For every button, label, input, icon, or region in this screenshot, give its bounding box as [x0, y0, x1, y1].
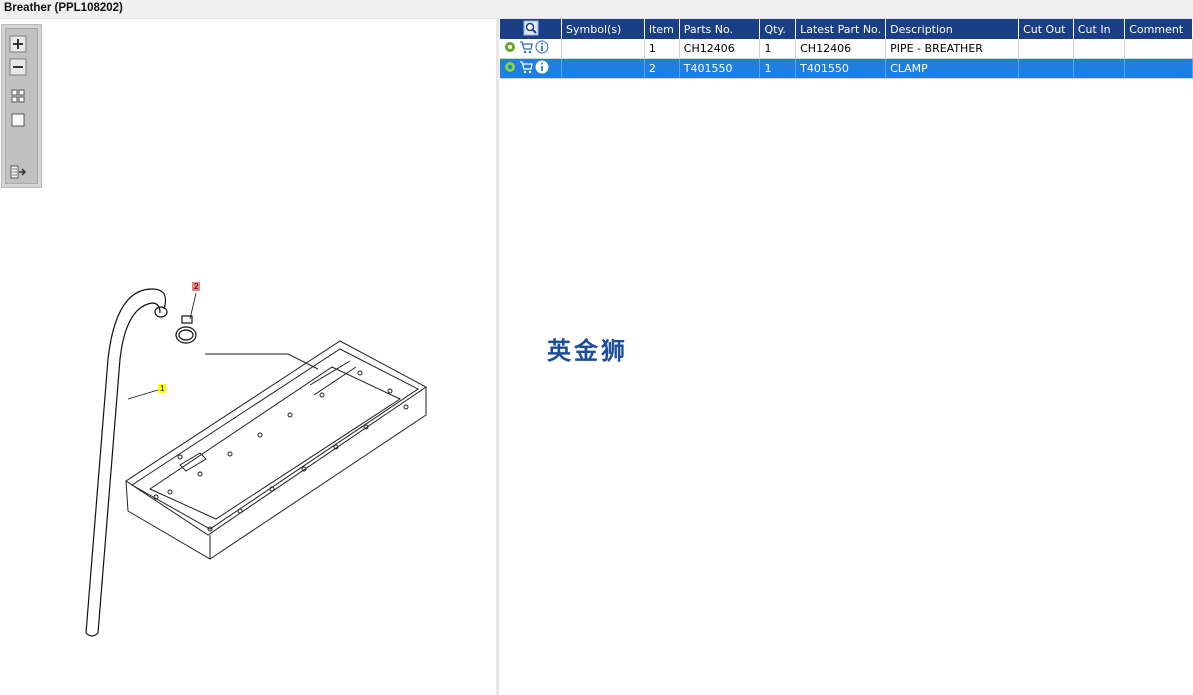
cell-comment: [1124, 39, 1193, 59]
cart-icon[interactable]: [519, 40, 533, 57]
gear-icon[interactable]: [503, 60, 517, 77]
info-icon[interactable]: [535, 40, 549, 57]
column-header-comment[interactable]: Comment: [1124, 19, 1193, 39]
svg-text:1: 1: [160, 384, 165, 393]
cell-qty: 1: [759, 39, 797, 59]
info-icon[interactable]: [535, 60, 549, 77]
clamp-drawing: [175, 315, 197, 344]
title-bar: Breather (PPL108202): [0, 0, 1193, 19]
fit-grid-icon[interactable]: [9, 87, 27, 105]
export-icon[interactable]: [9, 163, 27, 181]
cell-latest-part-no: T401550: [795, 58, 887, 79]
zoom-toolbar: [1, 24, 42, 188]
cell-latest-part-no: CH12406: [795, 39, 887, 59]
window-title: Breather (PPL108202): [4, 2, 123, 14]
svg-text:2: 2: [194, 282, 199, 291]
parts-list-pane: Symbol(s) Item Parts No. Qty. Latest Par…: [499, 19, 1193, 695]
parts-diagram[interactable]: 1 2: [60, 249, 440, 649]
row-actions: [500, 58, 563, 79]
cell-item: 2: [644, 58, 680, 79]
zoom-out-icon[interactable]: [9, 58, 27, 76]
cell-qty: 1: [759, 58, 797, 79]
oil-pan-drawing: [125, 340, 427, 560]
table-header: Symbol(s) Item Parts No. Qty. Latest Par…: [500, 19, 1193, 39]
zoom-in-icon[interactable]: [9, 35, 27, 53]
search-icon[interactable]: [523, 20, 539, 36]
cell-description: PIPE - BREATHER: [885, 39, 1020, 59]
cell-cut-in: [1073, 39, 1126, 59]
actual-size-icon[interactable]: [9, 111, 27, 129]
diagram-pane[interactable]: 1 2: [0, 19, 496, 695]
column-header-search[interactable]: [500, 19, 563, 39]
watermark: 英金狮: [547, 337, 628, 365]
table-row[interactable]: 1 CH12406 1 CH12406 PIPE - BREATHER: [500, 39, 1193, 59]
cell-part-no: T401550: [679, 58, 761, 79]
gear-icon[interactable]: [503, 40, 517, 57]
callout-item-1[interactable]: 1: [158, 384, 166, 393]
column-header-cut-out[interactable]: Cut Out: [1018, 19, 1074, 39]
column-header-qty[interactable]: Qty.: [759, 19, 797, 39]
cart-icon[interactable]: [519, 60, 533, 77]
cell-cut-out: [1018, 39, 1074, 59]
table-row[interactable]: 2 T401550 1 T401550 CLAMP: [500, 58, 1193, 79]
column-header-symbols[interactable]: Symbol(s): [561, 19, 645, 39]
column-header-parts-no[interactable]: Parts No.: [679, 19, 761, 39]
cell-cut-out: [1018, 58, 1074, 79]
cell-description: CLAMP: [885, 58, 1020, 79]
column-header-description[interactable]: Description: [885, 19, 1020, 39]
cell-symbols: [561, 58, 645, 79]
cell-cut-in: [1073, 58, 1126, 79]
cell-symbols: [561, 39, 645, 59]
cell-part-no: CH12406: [679, 39, 761, 59]
row-actions: [500, 39, 563, 59]
callout-item-2[interactable]: 2: [192, 282, 200, 291]
cell-comment: [1124, 58, 1193, 79]
cell-item: 1: [644, 39, 680, 59]
column-header-latest-part-no[interactable]: Latest Part No.: [795, 19, 887, 39]
parts-table: Symbol(s) Item Parts No. Qty. Latest Par…: [500, 19, 1193, 79]
column-header-cut-in[interactable]: Cut In: [1073, 19, 1126, 39]
column-header-item[interactable]: Item: [644, 19, 680, 39]
